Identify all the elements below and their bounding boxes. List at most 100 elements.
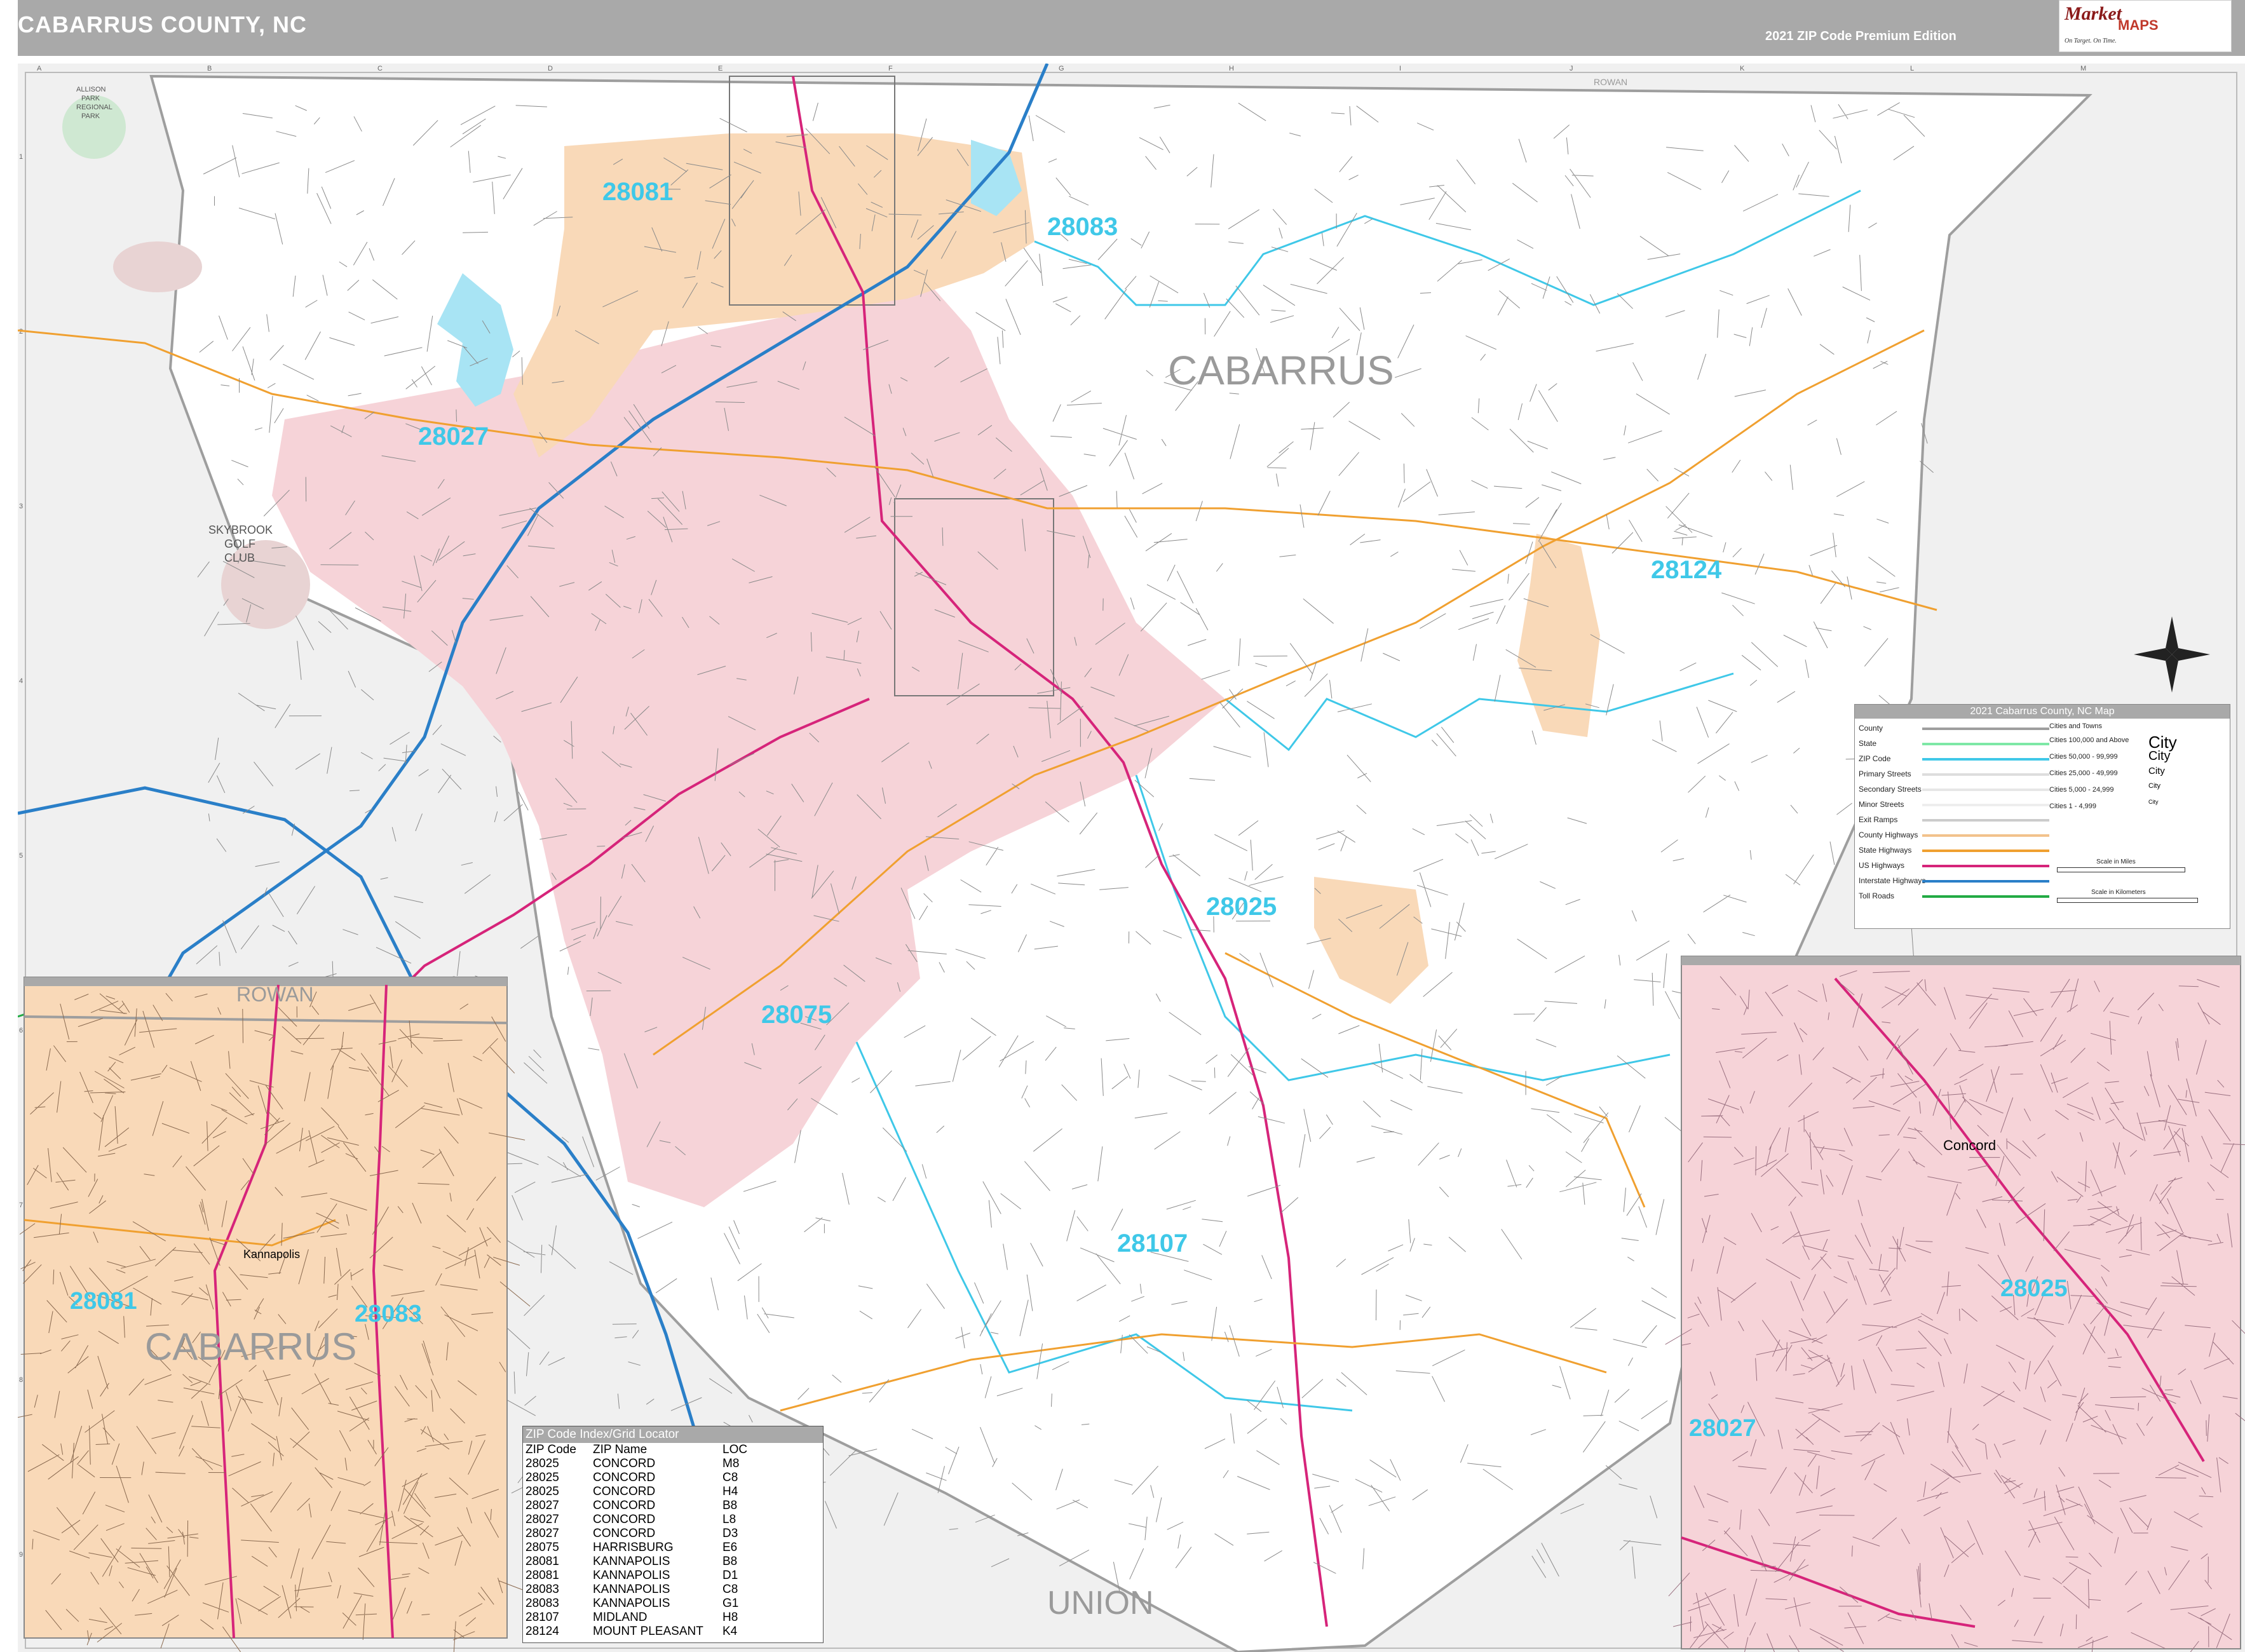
legend-city-class: Cities 100,000 and Above (2049, 736, 2129, 744)
zip-code-cell: 28027 (526, 1499, 559, 1512)
zip-code-cell: 28083 (526, 1583, 559, 1596)
grid-column-letter: G (1059, 65, 1064, 72)
inset-kannapolis: ROWAN CABARRUS 28081 28083 Kannapolis (18, 977, 531, 1652)
skybrook-label-2: GOLF (224, 538, 255, 550)
market-maps-logo: Market MAPS On Target. On Time. (2059, 0, 2232, 52)
zip-code-cell: 28027 (526, 1513, 559, 1526)
grid-row-number: 7 (19, 1202, 23, 1209)
table-row: 28083 KANNAPOLIS G1 (526, 1597, 747, 1611)
legend-row-swatch (1922, 743, 2049, 745)
legend-city-sample: City (2148, 749, 2171, 763)
zip-index-table: ZIP Code Index/Grid Locator ZIP Code ZIP… (522, 1426, 824, 1643)
table-row: 28025 CONCORD H4 (526, 1485, 747, 1499)
zip-loc-cell: C8 (722, 1583, 738, 1596)
table-row: 28081 KANNAPOLIS B8 (526, 1555, 747, 1569)
zip-label-28107: 28107 (1117, 1229, 1188, 1257)
legend-scale-km: Scale in Kilometers (2091, 889, 2146, 896)
grid-column-letter: M (2080, 65, 2086, 72)
zip-code-cell: 28124 (526, 1625, 559, 1638)
logo-market-text: Market (2065, 3, 2122, 24)
zip-index-title: ZIP Code Index/Grid Locator (523, 1426, 823, 1443)
legend-row-swatch (1922, 804, 2049, 806)
legend-row-label: Interstate Highways (1859, 876, 1926, 885)
zip-loc-cell: D1 (722, 1569, 738, 1582)
grid-column-letter: B (207, 65, 212, 72)
table-row: 28107 MIDLAND H8 (526, 1611, 747, 1625)
zip-index-header-loc: LOC (722, 1443, 748, 1456)
inset-zip-label-28081: 28081 (70, 1288, 137, 1315)
zip-code-cell: 28107 (526, 1611, 559, 1624)
allison-label-4: PARK (81, 112, 100, 120)
legend-title: 2021 Cabarrus County, NC Map (1855, 705, 2230, 719)
zip-label-28083: 28083 (1047, 213, 1118, 241)
inset-kannapolis-city-label: Kannapolis (243, 1248, 300, 1261)
county-label-cabarrus: CABARRUS (1168, 348, 1394, 393)
zip-label-28081: 28081 (602, 178, 673, 206)
zip-loc-cell: B8 (722, 1499, 738, 1512)
grid-row-number: 6 (19, 1027, 23, 1034)
zip-name-cell: KANNAPOLIS (593, 1597, 670, 1610)
scale-bar-km (2057, 898, 2198, 903)
scale-bar-miles (2057, 867, 2185, 872)
legend-row-swatch (1922, 880, 2049, 883)
allison-label-3: REGIONAL (76, 104, 112, 111)
zip-name-cell: CONCORD (593, 1471, 656, 1484)
grid-column-letter: A (37, 65, 42, 72)
inset-zip-label-28025: 28025 (2000, 1275, 2068, 1302)
golf-area-west (113, 241, 202, 292)
grid-column-letter: C (377, 65, 383, 72)
inset-zip-label-28027: 28027 (1689, 1415, 1756, 1442)
grid-row-number: 5 (19, 852, 23, 860)
header-bar: CABARRUS COUNTY, NC 2021 ZIP Code Premiu… (18, 0, 2245, 56)
zip-label-28075: 28075 (761, 1001, 832, 1029)
grid-column-letter: H (1229, 65, 1234, 72)
grid-column-letter: I (1399, 65, 1401, 72)
grid-column-letter: L (1910, 65, 1914, 72)
skybrook-label-3: CLUB (224, 552, 255, 564)
zip-code-cell: 28075 (526, 1541, 559, 1554)
zip-name-cell: CONCORD (593, 1527, 656, 1540)
zip-code-cell: 28025 (526, 1485, 559, 1498)
grid-column-letter: F (888, 65, 893, 72)
table-row: 28081 KANNAPOLIS D1 (526, 1569, 747, 1583)
inset-concord: Concord 28025 28027 (1665, 956, 2245, 1652)
legend-city-sample: City (2148, 799, 2159, 805)
legend-row-label: Minor Streets (1859, 800, 1904, 809)
legend-row-swatch (1922, 789, 2049, 791)
grid-column-letter: D (548, 65, 553, 72)
zip-name-cell: HARRISBURG (593, 1541, 674, 1554)
zip-loc-cell: C8 (722, 1471, 738, 1484)
legend-city-class: Cities 25,000 - 49,999 (2049, 769, 2118, 777)
zip-name-cell: MOUNT PLEASANT (593, 1625, 703, 1638)
inset-rowan-label: ROWAN (236, 983, 313, 1006)
grid-column-letter: J (1570, 65, 1573, 72)
legend-city-sample: City (2148, 782, 2160, 790)
state-label-rowan-top: ROWAN (1594, 77, 1627, 87)
legend-scale-miles: Scale in Miles (2096, 858, 2136, 865)
zip-name-cell: MIDLAND (593, 1611, 648, 1624)
legend-row-label: State (1859, 739, 1877, 748)
table-row: 28025 CONCORD M8 (526, 1457, 747, 1471)
grid-row-number: 3 (19, 503, 23, 510)
map-legend: 2021 Cabarrus County, NC Map County State… (1854, 704, 2230, 929)
zip-loc-cell: B8 (722, 1555, 738, 1568)
legend-city-class: Cities 5,000 - 24,999 (2049, 786, 2114, 794)
inset-concord-city-label: Concord (1943, 1137, 1996, 1153)
zip-label-28124: 28124 (1651, 556, 1722, 584)
legend-row-label: ZIP Code (1859, 754, 1891, 763)
grid-row-number: 1 (19, 153, 23, 161)
logo-maps-text: MAPS (2118, 17, 2159, 33)
legend-row-swatch (1922, 728, 2049, 730)
map-edition: 2021 ZIP Code Premium Edition (1765, 29, 1957, 43)
zip-loc-cell: K4 (722, 1625, 738, 1638)
logo-tagline: On Target. On Time. (2065, 37, 2117, 44)
zip-code-cell: 28081 (526, 1555, 559, 1568)
inset-cabarrus-label: CABARRUS (145, 1325, 356, 1368)
table-row: 28027 CONCORD D3 (526, 1527, 747, 1541)
zip-loc-cell: L8 (722, 1513, 736, 1526)
legend-row-swatch (1922, 773, 2049, 776)
zip-label-28027: 28027 (418, 423, 489, 450)
legend-row-swatch (1922, 834, 2049, 837)
legend-row-label: Exit Ramps (1859, 815, 1898, 824)
table-row: 28027 CONCORD B8 (526, 1499, 747, 1513)
